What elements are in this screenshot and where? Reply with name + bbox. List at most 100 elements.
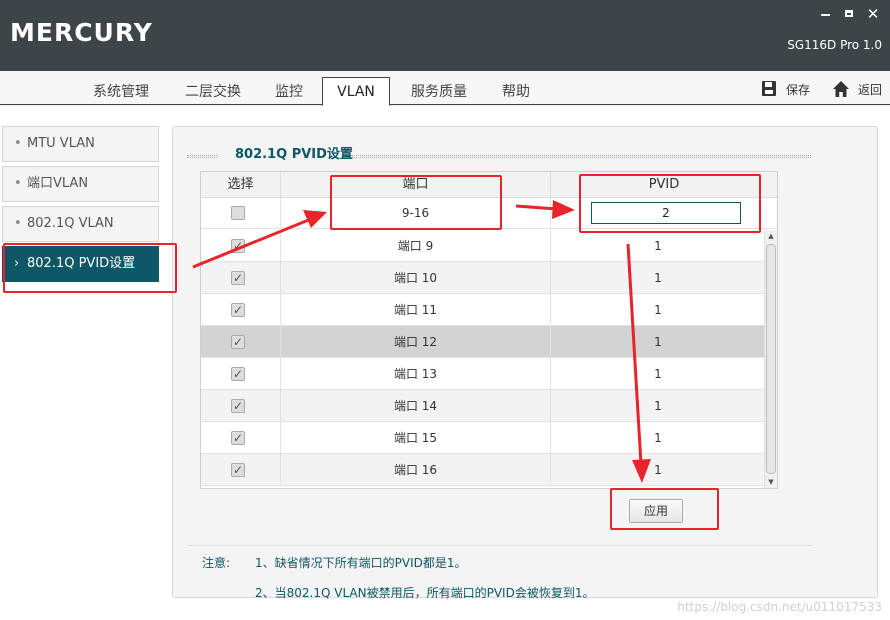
minimize-button[interactable] xyxy=(817,6,835,22)
select-cell xyxy=(201,294,281,326)
pvid-value: 1 xyxy=(654,271,662,285)
app-logo: MERCURY xyxy=(10,18,153,47)
select-cell xyxy=(201,358,281,390)
section-divider xyxy=(187,155,217,158)
batch-edit-row: 9-16 xyxy=(201,198,777,229)
port-cell: 端口 12 xyxy=(281,326,551,358)
batch-port-range: 9-16 xyxy=(281,198,551,229)
sidebar-item-label: MTU VLAN xyxy=(27,136,95,151)
save-button[interactable]: 保存 xyxy=(762,80,814,100)
port-cell: 端口 9 xyxy=(281,230,551,262)
minimize-icon xyxy=(821,14,830,16)
pvid-input[interactable] xyxy=(591,202,741,224)
row-select-checkbox[interactable] xyxy=(231,365,245,383)
column-header-pvid: PVID xyxy=(648,177,680,192)
pvid-value: 1 xyxy=(654,463,662,477)
table-row: 端口 14 1 xyxy=(201,390,765,422)
port-cell: 端口 13 xyxy=(281,358,551,390)
main-area: • MTU VLAN • 端口VLAN • 802.1Q VLAN › 802.… xyxy=(0,106,890,620)
sidebar-item-label: 802.1Q PVID设置 xyxy=(27,256,136,271)
section-title: 802.1Q PVID设置 xyxy=(231,147,357,163)
tab-layer2-switching[interactable]: 二层交换 xyxy=(176,80,250,105)
maximize-icon xyxy=(845,10,853,17)
scroll-up-icon[interactable]: ▲ xyxy=(765,230,777,242)
batch-select-checkbox[interactable] xyxy=(231,206,245,220)
row-select-checkbox[interactable] xyxy=(231,237,245,255)
bullet-icon: • xyxy=(14,176,22,191)
maximize-button[interactable] xyxy=(840,6,858,22)
scroll-down-icon[interactable]: ▼ xyxy=(765,476,777,488)
table-row: 端口 12 1 xyxy=(201,326,765,358)
table-row: 端口 13 1 xyxy=(201,358,765,390)
pvid-cell xyxy=(551,198,777,229)
pvid-value: 1 xyxy=(654,239,662,253)
row-select-checkbox[interactable] xyxy=(231,269,245,287)
column-header-port: 端口 xyxy=(281,172,551,198)
select-cell xyxy=(201,454,281,486)
row-select-checkbox[interactable] xyxy=(231,301,245,319)
table-header: 选择 端口 PVID xyxy=(201,172,777,198)
table-scrollbar[interactable]: ▲ ▼ xyxy=(764,230,777,488)
bullet-icon: • xyxy=(14,216,22,231)
pvid-table: 选择 端口 PVID 9-16 端口 91端口 101端口 111端口 121端… xyxy=(200,171,778,489)
select-cell xyxy=(201,422,281,454)
note-item: 1、缺省情况下所有端口的PVID都是1。 xyxy=(255,556,467,570)
close-button[interactable]: ✕ xyxy=(864,6,882,22)
port-cell: 端口 10 xyxy=(281,262,551,294)
select-cell xyxy=(201,262,281,294)
watermark: https://blog.csdn.net/u011017533 xyxy=(677,600,882,614)
section-divider xyxy=(351,155,811,158)
select-cell xyxy=(201,230,281,262)
tab-vlan[interactable]: VLAN xyxy=(322,77,390,106)
pvid-value: 1 xyxy=(654,303,662,317)
notes-divider xyxy=(187,545,813,546)
table-row: 端口 9 1 xyxy=(201,230,765,262)
sidebar-item-8021q-pvid[interactable]: › 802.1Q PVID设置 xyxy=(2,246,159,282)
back-label: 返回 xyxy=(858,83,883,97)
sidebar-item-label: 802.1Q VLAN xyxy=(27,216,114,231)
sidebar-item-8021q-vlan[interactable]: • 802.1Q VLAN xyxy=(2,206,159,242)
home-icon xyxy=(833,81,849,97)
column-header-select: 选择 xyxy=(201,172,281,198)
row-select-checkbox[interactable] xyxy=(231,461,245,479)
pvid-value: 1 xyxy=(654,367,662,381)
port-cell: 端口 16 xyxy=(281,454,551,486)
select-cell xyxy=(201,390,281,422)
save-icon xyxy=(762,81,776,96)
apply-button[interactable]: 应用 xyxy=(629,499,683,523)
bullet-icon: • xyxy=(14,136,22,151)
main-nav: 系统管理 二层交换 监控 VLAN 服务质量 帮助 保存 返回 xyxy=(0,71,890,106)
device-model: SG116D Pro 1.0 xyxy=(787,38,882,52)
save-label: 保存 xyxy=(786,83,811,97)
port-cell: 端口 14 xyxy=(281,390,551,422)
sidebar-item-port-vlan[interactable]: • 端口VLAN xyxy=(2,166,159,202)
sidebar-item-label: 端口VLAN xyxy=(27,176,89,191)
notes-label: 注意: xyxy=(202,556,231,570)
row-select-checkbox[interactable] xyxy=(231,397,245,415)
tab-system-management[interactable]: 系统管理 xyxy=(84,80,158,105)
select-cell xyxy=(201,198,281,229)
table-row: 端口 11 1 xyxy=(201,294,765,326)
tab-qos[interactable]: 服务质量 xyxy=(402,80,476,105)
row-select-checkbox[interactable] xyxy=(231,333,245,351)
row-select-checkbox[interactable] xyxy=(231,429,245,447)
back-button[interactable]: 返回 xyxy=(832,80,886,100)
port-cell: 端口 15 xyxy=(281,422,551,454)
pvid-value: 1 xyxy=(654,431,662,445)
scroll-thumb[interactable] xyxy=(766,244,776,474)
note-item: 2、当802.1Q VLAN被禁用后，所有端口的PVID会被恢复到1。 xyxy=(255,586,595,600)
pvid-value: 1 xyxy=(654,335,662,349)
pvid-settings-panel: 802.1Q PVID设置 选择 端口 PVID 9-16 端口 91端口 10… xyxy=(172,126,878,600)
table-row: 端口 10 1 xyxy=(201,262,765,294)
tab-help[interactable]: 帮助 xyxy=(494,80,538,105)
port-cell: 端口 11 xyxy=(281,294,551,326)
chevron-right-icon: › xyxy=(14,256,20,271)
title-bar: MERCURY ✕ SG116D Pro 1.0 xyxy=(0,0,890,71)
section-header: 802.1Q PVID设置 xyxy=(187,147,813,163)
table-row: 端口 15 1 xyxy=(201,422,765,454)
tab-monitor[interactable]: 监控 xyxy=(266,80,312,105)
table-row: 端口 16 1 xyxy=(201,454,765,486)
close-icon: ✕ xyxy=(866,5,880,23)
select-cell xyxy=(201,326,281,358)
sidebar-item-mtu-vlan[interactable]: • MTU VLAN xyxy=(2,126,159,162)
